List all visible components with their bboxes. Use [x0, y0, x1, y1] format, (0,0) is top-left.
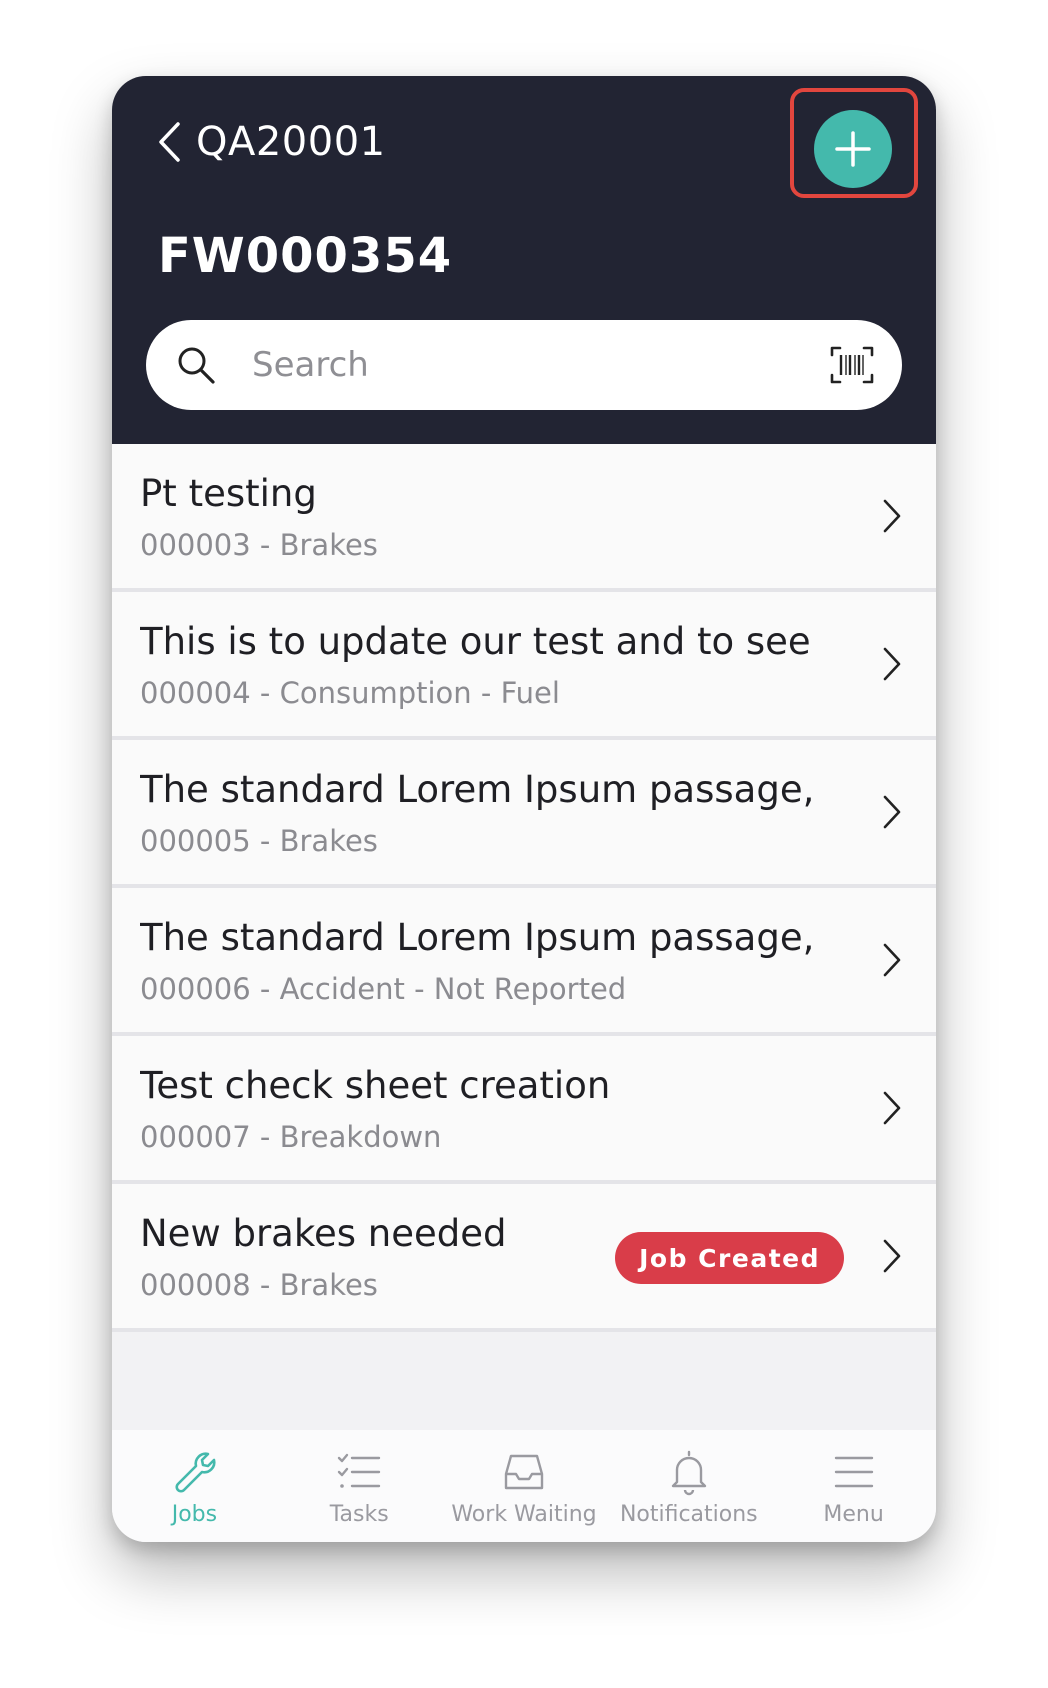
- tab-label: Work Waiting: [451, 1502, 597, 1527]
- tab-tasks[interactable]: Tasks: [277, 1430, 442, 1542]
- item-subtitle: 000004 - Consumption - Fuel: [140, 676, 560, 710]
- item-subtitle: 000005 - Brakes: [140, 824, 378, 858]
- tab-work-waiting[interactable]: Work Waiting: [442, 1430, 607, 1542]
- tab-jobs[interactable]: Jobs: [112, 1430, 277, 1542]
- item-title: The standard Lorem Ipsum passage, u…: [140, 768, 820, 811]
- chevron-left-icon: [159, 122, 180, 162]
- barcode-scan-icon[interactable]: [830, 345, 874, 385]
- header: QA20001 FW000354: [112, 76, 936, 444]
- hamburger-menu-icon: [834, 1456, 873, 1488]
- wrench-icon: [175, 1452, 216, 1493]
- plus-icon: [835, 131, 871, 167]
- item-subtitle: 000007 - Breakdown: [140, 1120, 442, 1154]
- list-item[interactable]: This is to update our test and to see ho…: [112, 592, 936, 740]
- item-subtitle: 000008 - Brakes: [140, 1268, 378, 1302]
- add-button[interactable]: [814, 110, 892, 188]
- list-item[interactable]: Pt testing 000003 - Brakes: [112, 444, 936, 592]
- checklist-icon: [337, 1453, 381, 1488]
- item-title: Pt testing: [140, 472, 317, 515]
- item-subtitle: 000006 - Accident - Not Reported: [140, 972, 627, 1006]
- tab-label: Notifications: [619, 1502, 758, 1527]
- chevron-right-icon: [883, 795, 901, 829]
- chevron-right-icon: [883, 1091, 901, 1125]
- tab-label: Menu: [823, 1502, 884, 1527]
- chevron-right-icon: [883, 943, 901, 977]
- search-bar: [146, 320, 902, 410]
- chevron-right-icon: [883, 647, 901, 681]
- chevron-right-icon: [883, 1239, 901, 1273]
- list-item[interactable]: The standard Lorem Ipsum passage, u… 000…: [112, 740, 936, 888]
- item-title: The standard Lorem Ipsum passage, u…: [140, 916, 820, 959]
- tab-label: Jobs: [171, 1502, 218, 1527]
- tab-label: Tasks: [329, 1502, 389, 1527]
- inbox-tray-icon: [504, 1454, 544, 1490]
- bottom-tab-bar: Jobs Tasks Work Waiting Notifications Me…: [112, 1430, 936, 1542]
- item-title: This is to update our test and to see ho…: [140, 620, 820, 663]
- screenshot-canvas: QA20001 FW000354 Search Pt testing 00000…: [0, 0, 1048, 1688]
- item-title: New brakes needed: [140, 1212, 507, 1255]
- back-label: QA20001: [196, 119, 386, 165]
- bell-icon: [671, 1450, 706, 1496]
- status-badge: Job Created: [615, 1232, 844, 1284]
- phone-screen: QA20001 FW000354 Search Pt testing 00000…: [112, 76, 936, 1542]
- item-subtitle: 000003 - Brakes: [140, 528, 378, 562]
- tab-menu[interactable]: Menu: [771, 1430, 936, 1542]
- work-request-list: Pt testing 000003 - Brakes This is to up…: [112, 444, 936, 1332]
- list-item[interactable]: Test check sheet creation 000007 - Break…: [112, 1036, 936, 1184]
- search-input[interactable]: [250, 344, 830, 386]
- back-button[interactable]: QA20001: [156, 110, 386, 174]
- page-title: FW000354: [158, 228, 453, 284]
- item-title: Test check sheet creation: [140, 1064, 611, 1107]
- tab-notifications[interactable]: Notifications: [606, 1430, 771, 1542]
- list-item[interactable]: The standard Lorem Ipsum passage, u… 000…: [112, 888, 936, 1036]
- list-item[interactable]: New brakes needed 000008 - Brakes Job Cr…: [112, 1184, 936, 1332]
- search-icon: [178, 347, 215, 384]
- chevron-right-icon: [883, 499, 901, 533]
